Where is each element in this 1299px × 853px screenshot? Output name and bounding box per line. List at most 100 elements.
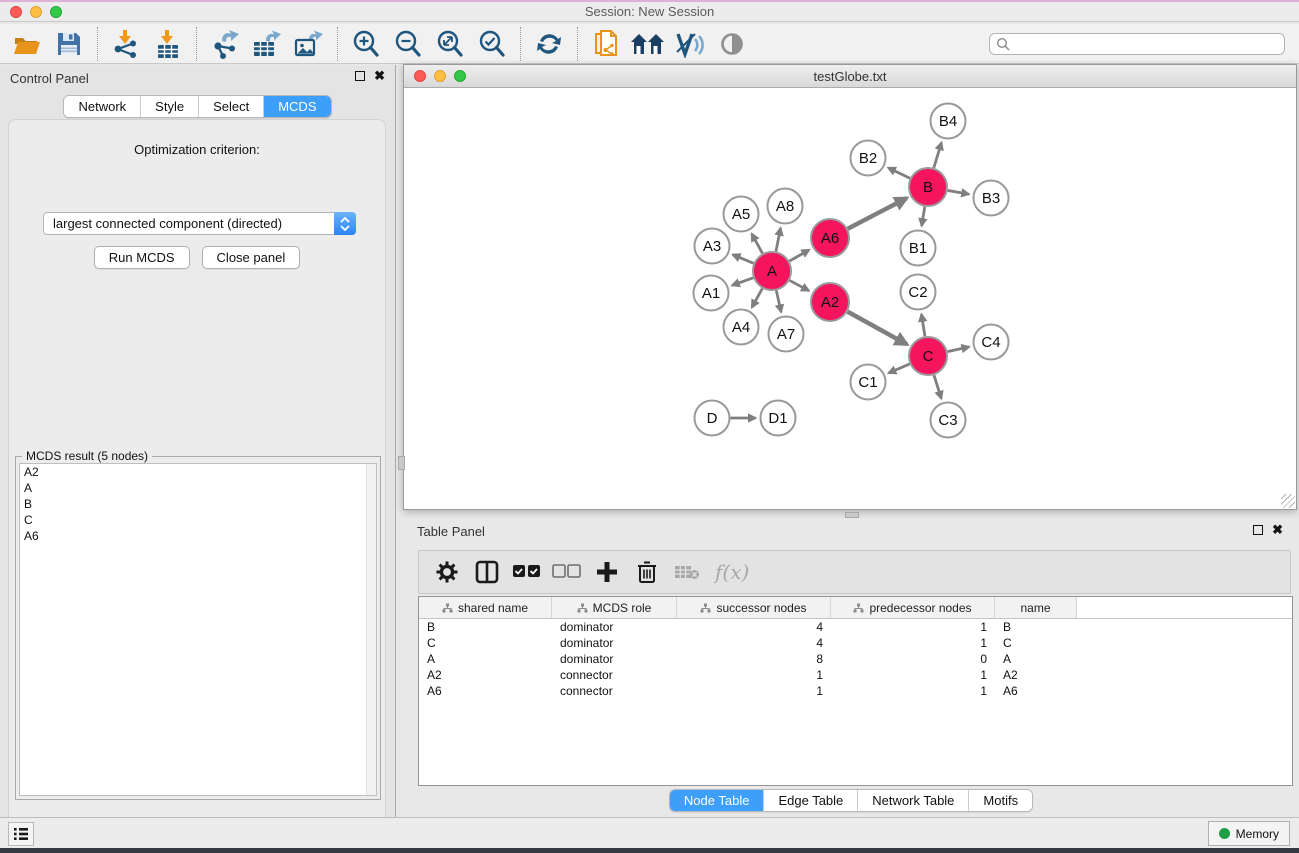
edge-A-A2[interactable]: [790, 280, 809, 290]
close-window-button[interactable]: [10, 6, 22, 18]
tab-node-table[interactable]: Node Table: [670, 790, 764, 811]
table-row[interactable]: Bdominator41B: [419, 619, 1292, 635]
export-table-button[interactable]: [246, 26, 288, 62]
tab-motifs[interactable]: Motifs: [968, 790, 1032, 811]
tab-style[interactable]: Style: [140, 96, 198, 117]
tab-edge-table[interactable]: Edge Table: [763, 790, 857, 811]
result-scrollbar[interactable]: [366, 464, 376, 795]
import-network-from-database-button[interactable]: [585, 26, 627, 62]
node-C3[interactable]: C3: [931, 403, 966, 438]
criterion-dropdown[interactable]: largest connected component (directed): [43, 212, 356, 235]
node-table[interactable]: shared nameMCDS rolesuccessor nodesprede…: [418, 596, 1293, 786]
open-file-button[interactable]: [6, 26, 48, 62]
edge-B-B3[interactable]: [948, 190, 969, 194]
task-history-button[interactable]: [8, 822, 34, 846]
minimize-network-window-button[interactable]: [434, 70, 446, 82]
edge-A-A3[interactable]: [733, 255, 754, 264]
column-header-mcds-role[interactable]: MCDS role: [552, 597, 677, 618]
node-C4[interactable]: C4: [974, 325, 1009, 360]
tab-network[interactable]: Network: [64, 96, 140, 117]
toggle-column-view-button[interactable]: [469, 554, 505, 590]
show-graphics-details-button[interactable]: [711, 26, 753, 62]
node-A5[interactable]: A5: [724, 197, 759, 232]
show-style-button[interactable]: [669, 26, 711, 62]
mcds-result-item[interactable]: C: [20, 512, 376, 528]
node-A4[interactable]: A4: [724, 310, 759, 345]
window-resize-grip[interactable]: [1281, 494, 1295, 508]
close-network-window-button[interactable]: [414, 70, 426, 82]
float-panel-icon[interactable]: [355, 71, 365, 81]
node-A3[interactable]: A3: [695, 229, 730, 264]
table-row[interactable]: A6connector11A6: [419, 683, 1292, 699]
save-session-button[interactable]: [48, 26, 90, 62]
edge-C-C1[interactable]: [889, 364, 910, 373]
delete-column-button[interactable]: [629, 554, 665, 590]
tab-network-table[interactable]: Network Table: [857, 790, 968, 811]
column-header-predecessor-nodes[interactable]: predecessor nodes: [831, 597, 995, 618]
node-B1[interactable]: B1: [901, 231, 936, 266]
hide-unchecked-columns-button[interactable]: [549, 554, 585, 590]
show-checked-columns-button[interactable]: [509, 554, 545, 590]
edge-B-B1[interactable]: [922, 207, 925, 226]
table-row[interactable]: Adominator80A: [419, 651, 1292, 667]
mcds-result-item[interactable]: B: [20, 496, 376, 512]
table-row[interactable]: A2connector11A2: [419, 667, 1292, 683]
import-network-from-file-button[interactable]: [105, 26, 147, 62]
node-A7[interactable]: A7: [769, 317, 804, 352]
edge-B-B2[interactable]: [888, 168, 910, 179]
node-A2[interactable]: A2: [811, 283, 849, 321]
edge-A-A1[interactable]: [732, 278, 753, 286]
memory-button[interactable]: Memory: [1208, 821, 1290, 846]
search-field[interactable]: [989, 33, 1285, 55]
node-B3[interactable]: B3: [974, 181, 1009, 216]
export-network-button[interactable]: [204, 26, 246, 62]
column-header-successor-nodes[interactable]: successor nodes: [677, 597, 831, 618]
zoom-network-window-button[interactable]: [454, 70, 466, 82]
float-table-panel-icon[interactable]: [1253, 525, 1263, 535]
node-C[interactable]: C: [909, 337, 947, 375]
mcds-result-item[interactable]: A: [20, 480, 376, 496]
minimize-window-button[interactable]: [30, 6, 42, 18]
node-A8[interactable]: A8: [768, 189, 803, 224]
node-A6[interactable]: A6: [811, 219, 849, 257]
delete-table-button[interactable]: [669, 554, 705, 590]
mcds-result-item[interactable]: A2: [20, 464, 376, 480]
apply-preferred-layout-button[interactable]: [528, 26, 570, 62]
vertical-scrollbar-thumb[interactable]: [398, 456, 405, 470]
mcds-result-list[interactable]: A2ABCA6: [19, 463, 377, 796]
edge-A-A8[interactable]: [776, 228, 781, 251]
mcds-result-item[interactable]: A6: [20, 528, 376, 544]
node-B4[interactable]: B4: [931, 104, 966, 139]
zoom-window-button[interactable]: [50, 6, 62, 18]
network-graph[interactable]: B4B2BB3A8A5A6A3B1AA1C2A2A4A7C4CC1C3DD1: [404, 88, 1296, 509]
close-panel-button[interactable]: Close panel: [202, 246, 301, 269]
tab-select[interactable]: Select: [198, 96, 263, 117]
search-input[interactable]: [1010, 35, 1278, 53]
create-column-button[interactable]: [589, 554, 625, 590]
close-table-panel-icon[interactable]: ✖: [1272, 525, 1283, 535]
settings-gear-button[interactable]: [429, 554, 465, 590]
import-table-from-file-button[interactable]: [147, 26, 189, 62]
edge-A-A6[interactable]: [789, 250, 809, 261]
zoom-in-button[interactable]: [345, 26, 387, 62]
run-mcds-button[interactable]: Run MCDS: [94, 246, 190, 269]
node-A[interactable]: A: [753, 252, 791, 290]
edge-A-A5[interactable]: [752, 234, 763, 254]
edge-A2-C[interactable]: [848, 312, 907, 345]
edge-C-C4[interactable]: [948, 347, 970, 352]
edge-C-C3[interactable]: [934, 375, 941, 398]
column-header-shared-name[interactable]: shared name: [419, 597, 552, 618]
edge-A6-B[interactable]: [848, 198, 907, 229]
table-row[interactable]: Cdominator41C: [419, 635, 1292, 651]
node-C1[interactable]: C1: [851, 365, 886, 400]
close-panel-icon[interactable]: ✖: [374, 71, 385, 81]
edge-B-B4[interactable]: [934, 143, 942, 168]
edge-A-A4[interactable]: [752, 288, 762, 307]
node-B[interactable]: B: [909, 168, 947, 206]
cybrowser-home-button[interactable]: [627, 26, 669, 62]
node-A1[interactable]: A1: [694, 276, 729, 311]
column-header-name[interactable]: name: [995, 597, 1077, 618]
zoom-fit-content-button[interactable]: [429, 26, 471, 62]
zoom-out-button[interactable]: [387, 26, 429, 62]
node-D1[interactable]: D1: [761, 401, 796, 436]
